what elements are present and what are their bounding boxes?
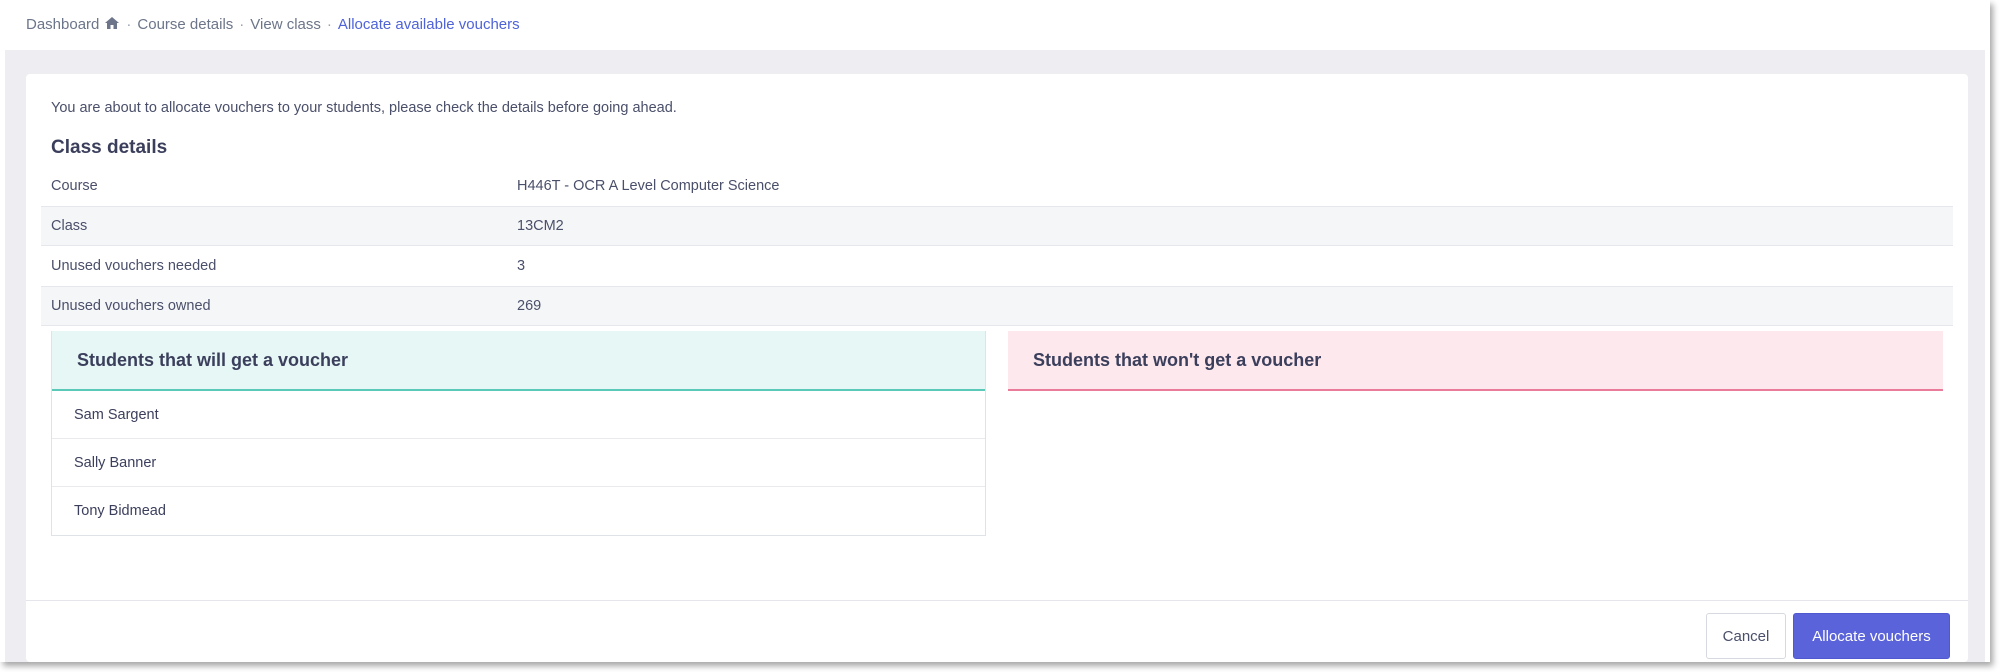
home-icon xyxy=(105,16,120,29)
detail-value: H446T - OCR A Level Computer Science xyxy=(517,178,780,194)
breadcrumb: Dashboard · Course details · View class … xyxy=(26,0,520,48)
class-details-table: Course H446T - OCR A Level Computer Scie… xyxy=(41,166,1953,326)
allocate-card: You are about to allocate vouchers to yo… xyxy=(26,74,1968,662)
detail-row-vouchers-needed: Unused vouchers needed 3 xyxy=(41,246,1953,286)
detail-row-course: Course H446T - OCR A Level Computer Scie… xyxy=(41,166,1953,206)
detail-row-class: Class 13CM2 xyxy=(41,206,1953,246)
page-background: You are about to allocate vouchers to yo… xyxy=(5,50,1985,662)
detail-label: Class xyxy=(51,218,88,234)
breadcrumb-course-details[interactable]: Course details xyxy=(137,16,233,33)
breadcrumb-dashboard[interactable]: Dashboard xyxy=(26,16,120,33)
class-details-title: Class details xyxy=(51,137,168,158)
detail-row-vouchers-owned: Unused vouchers owned 269 xyxy=(41,286,1953,326)
detail-label: Course xyxy=(51,178,98,194)
will-get-voucher-title: Students that will get a voucher xyxy=(52,331,985,391)
detail-label: Unused vouchers owned xyxy=(51,298,211,314)
app-window: Dashboard · Course details · View class … xyxy=(0,0,1990,662)
list-item: Sally Banner xyxy=(52,439,985,487)
breadcrumb-separator: · xyxy=(326,15,332,33)
allocate-vouchers-button[interactable]: Allocate vouchers xyxy=(1793,613,1950,659)
list-item: Tony Bidmead xyxy=(74,503,166,519)
detail-label: Unused vouchers needed xyxy=(51,258,217,274)
breadcrumb-separator: · xyxy=(239,15,245,33)
breadcrumb-allocate-vouchers[interactable]: Allocate available vouchers xyxy=(338,16,520,33)
will-get-voucher-panel: Students that will get a voucher Sam Sar… xyxy=(51,331,986,536)
detail-value: 269 xyxy=(517,298,542,314)
list-item: Sam Sargent xyxy=(52,391,985,439)
breadcrumb-view-class[interactable]: View class xyxy=(250,16,321,33)
detail-value: 13CM2 xyxy=(517,218,564,234)
card-footer: Cancel Allocate vouchers xyxy=(26,600,1968,662)
wont-get-voucher-title: Students that won't get a voucher xyxy=(1008,331,1943,391)
wont-get-voucher-panel: Students that won't get a voucher xyxy=(1008,331,1943,391)
breadcrumb-dashboard-label: Dashboard xyxy=(26,15,100,33)
detail-value: 3 xyxy=(517,258,526,274)
cancel-button[interactable]: Cancel xyxy=(1706,613,1786,659)
intro-text: You are about to allocate vouchers to yo… xyxy=(51,100,677,116)
breadcrumb-separator: · xyxy=(126,15,132,33)
